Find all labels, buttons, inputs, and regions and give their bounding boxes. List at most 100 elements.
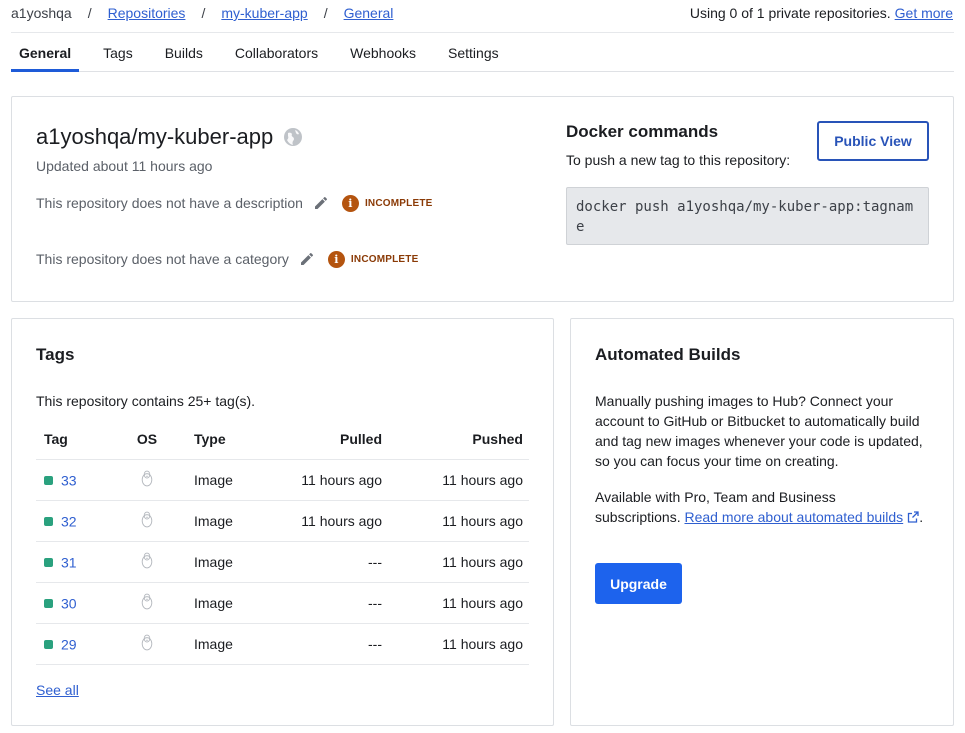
os-cell bbox=[112, 500, 182, 542]
pushed-cell: 11 hours ago bbox=[382, 459, 529, 501]
automated-builds-card: Automated Builds Manually pushing images… bbox=[570, 318, 954, 726]
info-icon: i bbox=[327, 250, 345, 268]
breadcrumb-current-link[interactable]: General bbox=[344, 5, 394, 21]
edit-description-pencil-icon[interactable] bbox=[312, 194, 330, 212]
tag-cell: 29 bbox=[36, 623, 112, 665]
get-more-link[interactable]: Get more bbox=[895, 5, 953, 21]
tag-cell: 31 bbox=[36, 541, 112, 583]
last-updated-text: Updated about 11 hours ago bbox=[36, 158, 213, 174]
type-cell: Image bbox=[182, 582, 242, 624]
pushed-cell: 11 hours ago bbox=[382, 541, 529, 583]
breadcrumb-repositories-link[interactable]: Repositories bbox=[108, 5, 186, 21]
top-bar: a1yoshqa / Repositories / my-kuber-app /… bbox=[0, 0, 965, 28]
type-cell: Image bbox=[182, 623, 242, 665]
column-header-pulled: Pulled bbox=[242, 419, 382, 460]
tag-row: 29 Image --- 11 hours ago bbox=[36, 623, 529, 665]
automated-builds-title: Automated Builds bbox=[595, 345, 741, 364]
os-cell bbox=[112, 541, 182, 583]
tag-status-dot bbox=[44, 516, 53, 526]
tab-general[interactable]: General bbox=[11, 33, 80, 72]
linux-icon bbox=[140, 470, 154, 490]
edit-category-pencil-icon[interactable] bbox=[298, 250, 316, 268]
breadcrumb-repo-link[interactable]: my-kuber-app bbox=[221, 5, 307, 21]
read-more-automated-builds-link[interactable]: Read more about automated builds bbox=[684, 509, 919, 525]
info-icon: i bbox=[341, 194, 359, 212]
column-header-pushed: Pushed bbox=[382, 419, 529, 460]
category-text: This repository does not have a category bbox=[36, 251, 289, 267]
repo-info-card: a1yoshqa/my-kuber-app Updated about 11 h… bbox=[11, 96, 954, 302]
docker-push-command[interactable]: docker push a1yoshqa/my-kuber-app:tagnam… bbox=[566, 187, 929, 245]
breadcrumb-namespace: a1yoshqa bbox=[11, 5, 72, 21]
pulled-cell: 11 hours ago bbox=[242, 500, 382, 542]
pushed-cell: 11 hours ago bbox=[382, 500, 529, 542]
description-incomplete-badge: i INCOMPLETE bbox=[341, 194, 433, 212]
read-more-link-label[interactable]: Read more about automated builds bbox=[684, 509, 903, 525]
tags-table: Tag OS Type Pulled Pushed 33 Image 11 hour… bbox=[36, 419, 529, 665]
tab-collaborators[interactable]: Collaborators bbox=[227, 33, 326, 72]
type-cell: Image bbox=[182, 459, 242, 501]
description-text: This repository does not have a descript… bbox=[36, 195, 303, 211]
tag-status-dot bbox=[44, 598, 53, 608]
os-cell bbox=[112, 623, 182, 665]
category-incomplete-badge: i INCOMPLETE bbox=[327, 250, 419, 268]
tab-settings[interactable]: Settings bbox=[440, 33, 507, 72]
breadcrumb-separator: / bbox=[323, 5, 328, 21]
external-link-icon bbox=[907, 508, 919, 523]
linux-icon bbox=[140, 593, 154, 613]
pulled-cell: --- bbox=[242, 623, 382, 665]
tab-builds[interactable]: Builds bbox=[157, 33, 211, 72]
tag-status-dot bbox=[44, 639, 53, 649]
tag-cell: 30 bbox=[36, 582, 112, 624]
private-repo-usage: Using 0 of 1 private repositories. Get mo… bbox=[690, 5, 953, 21]
description-row: This repository does not have a descript… bbox=[36, 194, 433, 212]
type-cell: Image bbox=[182, 541, 242, 583]
tag-status-dot bbox=[44, 475, 53, 485]
pushed-cell: 11 hours ago bbox=[382, 582, 529, 624]
category-row: This repository does not have a category… bbox=[36, 250, 418, 268]
upgrade-button[interactable]: Upgrade bbox=[595, 563, 682, 604]
tag-row: 31 Image --- 11 hours ago bbox=[36, 541, 529, 583]
tag-link[interactable]: 32 bbox=[61, 513, 77, 529]
tag-link[interactable]: 33 bbox=[61, 472, 77, 488]
breadcrumb-separator: / bbox=[87, 5, 92, 21]
pulled-cell: --- bbox=[242, 541, 382, 583]
linux-icon bbox=[140, 552, 154, 572]
os-cell bbox=[112, 582, 182, 624]
tags-card: Tags This repository contains 25+ tag(s)… bbox=[11, 318, 554, 726]
pulled-cell: 11 hours ago bbox=[242, 459, 382, 501]
os-cell bbox=[112, 459, 182, 501]
see-all-tags-link[interactable]: See all bbox=[36, 682, 79, 698]
breadcrumb: a1yoshqa / Repositories / my-kuber-app /… bbox=[11, 5, 393, 21]
tab-webhooks[interactable]: Webhooks bbox=[342, 33, 424, 72]
pushed-cell: 11 hours ago bbox=[382, 623, 529, 665]
tag-link[interactable]: 29 bbox=[61, 636, 77, 652]
column-header-os: OS bbox=[112, 419, 182, 460]
tab-tags[interactable]: Tags bbox=[95, 33, 141, 72]
tags-count-text: This repository contains 25+ tag(s). bbox=[36, 393, 256, 409]
docker-commands-title: Docker commands bbox=[566, 122, 719, 141]
tag-row: 33 Image 11 hours ago 11 hours ago bbox=[36, 459, 529, 501]
repo-tabs: General Tags Builds Collaborators Webhoo… bbox=[11, 32, 954, 72]
type-cell: Image bbox=[182, 500, 242, 542]
usage-text: Using 0 of 1 private repositories. bbox=[689, 5, 891, 21]
tags-title: Tags bbox=[36, 345, 75, 364]
public-view-button[interactable]: Public View bbox=[817, 121, 929, 161]
automated-builds-availability: Available with Pro, Team and Business su… bbox=[595, 487, 925, 527]
column-header-tag: Tag bbox=[36, 419, 112, 460]
tags-table-header: Tag OS Type Pulled Pushed bbox=[36, 419, 529, 460]
incomplete-label: INCOMPLETE bbox=[364, 197, 433, 209]
automated-builds-description: Manually pushing images to Hub? Connect … bbox=[595, 393, 923, 469]
repo-name: a1yoshqa/my-kuber-app bbox=[36, 124, 274, 149]
linux-icon bbox=[140, 511, 154, 531]
docker-commands-subtitle: To push a new tag to this repository: bbox=[566, 152, 791, 168]
tag-status-dot bbox=[44, 557, 53, 567]
tag-link[interactable]: 30 bbox=[61, 595, 77, 611]
breadcrumb-separator: / bbox=[201, 5, 206, 21]
globe-icon bbox=[283, 127, 303, 147]
tag-row: 32 Image 11 hours ago 11 hours ago bbox=[36, 500, 529, 542]
availability-period: . bbox=[919, 509, 924, 525]
pulled-cell: --- bbox=[242, 582, 382, 624]
incomplete-label: INCOMPLETE bbox=[350, 253, 419, 265]
tag-link[interactable]: 31 bbox=[61, 554, 77, 570]
tag-cell: 33 bbox=[36, 459, 112, 501]
